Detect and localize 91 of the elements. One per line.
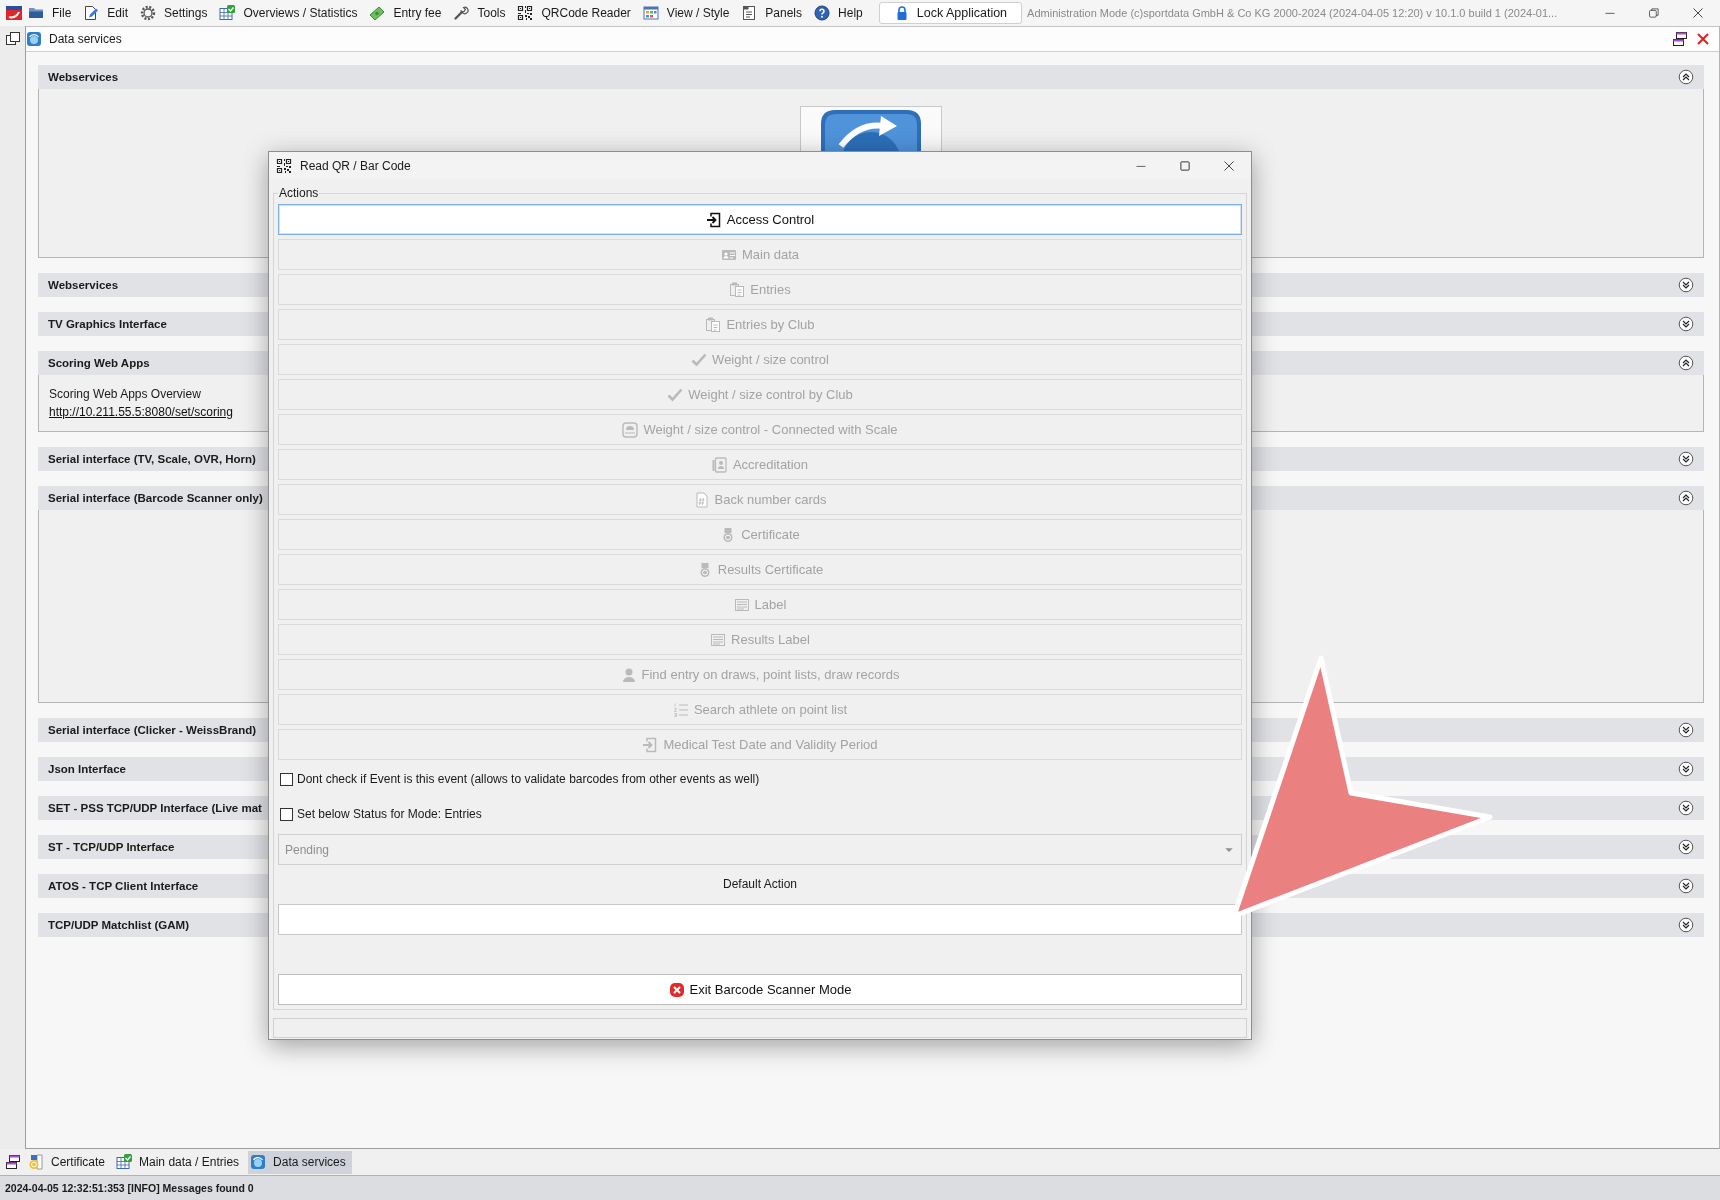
qr-code-icon: [517, 5, 534, 21]
pencil-page-icon: [83, 5, 100, 21]
scale-icon: [622, 421, 639, 438]
group-label: Actions: [278, 186, 320, 200]
default-action-label: Default Action: [722, 876, 797, 893]
menu-item[interactable]: QRCode Reader: [511, 1, 637, 25]
section-header[interactable]: Webservices: [38, 65, 1704, 89]
section-title: Json Interface: [48, 763, 126, 775]
chevron-down-icon[interactable]: [1678, 878, 1694, 894]
window-tab[interactable]: Main data / Entries: [114, 1150, 246, 1174]
status-message: 2024-04-05 12:32:51:353 [INFO] Messages found 0: [5, 1182, 254, 1194]
checkbox-label: Dont check if Event is this event (allows to validate barcodes from other events as well): [297, 772, 760, 786]
help-icon: [814, 5, 831, 21]
chevron-down-icon[interactable]: [1678, 761, 1694, 777]
chevron-down-icon[interactable]: [1678, 917, 1694, 933]
chevron-up-icon[interactable]: [1678, 355, 1694, 371]
checkbox[interactable]: [280, 807, 293, 821]
app-logo-icon: [6, 5, 22, 21]
chevron-down-icon[interactable]: [1678, 451, 1694, 467]
checkbox[interactable]: [280, 772, 293, 786]
panel-icon: [741, 5, 758, 21]
checkbox-label: Set below Status for Mode: Entries: [297, 807, 482, 821]
chevron-up-icon[interactable]: [1678, 69, 1694, 85]
wrench-icon: [453, 5, 470, 21]
section-title: Serial interface (Clicker - WeissBrand): [48, 724, 257, 736]
windows-icon[interactable]: [4, 31, 21, 47]
box-arrow-icon: [642, 736, 659, 753]
menu-item[interactable]: Panels: [735, 1, 809, 25]
tile-windows-icon[interactable]: [5, 1154, 21, 1170]
chevron-down-icon[interactable]: [1678, 839, 1694, 855]
person-icon: [620, 666, 637, 683]
table-check-icon: [116, 1154, 133, 1170]
app-title: Administration Mode (c)sportdata GmbH & Co KG 2000-2024 (2024-04-05 12:20) v 10.1.0 build 1 (2024-01...: [1027, 7, 1558, 19]
tile-windows-icon[interactable]: [1672, 31, 1688, 47]
close-icon: [1223, 159, 1235, 172]
checkmark-icon: [667, 386, 684, 403]
exit-scanner-button[interactable]: Exit Barcode Scanner Mode: [278, 974, 1242, 1005]
box-arrow-icon: [705, 211, 722, 228]
action-button[interactable]: Access Control: [278, 204, 1242, 235]
section-title: TV Graphics Interface: [48, 318, 167, 330]
menu-item[interactable]: Edit: [77, 1, 135, 25]
menu-item[interactable]: Tools: [447, 1, 512, 25]
settings-icon: [140, 5, 157, 21]
section-title: Serial interface (Barcode Scanner only): [48, 492, 263, 504]
menu-item[interactable]: Settings: [134, 1, 214, 25]
menu-item[interactable]: Help: [808, 1, 869, 25]
section-title: ST - TCP/UDP Interface: [48, 841, 175, 853]
chevron-down-icon[interactable]: [1678, 277, 1694, 293]
restore-icon: [1648, 7, 1660, 19]
globe-app-icon: [250, 1154, 267, 1170]
section-title: Scoring Web Apps: [48, 357, 150, 369]
folder-icon: [28, 5, 44, 21]
section-title: Webservices: [48, 279, 119, 291]
window-tab[interactable]: Data services: [248, 1150, 352, 1174]
overview-label: Scoring Web Apps Overview: [49, 386, 201, 403]
badge-icon: [711, 456, 728, 473]
panel-title: Data services: [49, 32, 122, 46]
close-icon[interactable]: [1695, 31, 1711, 47]
numbered-list-icon: [672, 701, 689, 718]
close-icon: [1692, 7, 1704, 19]
lined-sheet-icon: [733, 596, 750, 613]
menu-item[interactable]: Entry fee: [363, 1, 448, 25]
medal-icon: [28, 1154, 44, 1170]
chevron-down-icon[interactable]: [1678, 722, 1694, 738]
window-tab[interactable]: Certificate: [26, 1150, 112, 1174]
banknote-icon: [369, 5, 386, 21]
default-action-field[interactable]: [278, 904, 1242, 935]
checkmark-icon: [691, 351, 708, 368]
maximize-icon: [1179, 159, 1191, 172]
clipboard-icon: [705, 316, 722, 333]
qr-code-icon: [276, 157, 292, 174]
table-check-icon: [219, 5, 236, 21]
chevron-down-icon[interactable]: [1678, 800, 1694, 816]
section-title: ATOS - TCP Client Interface: [48, 880, 199, 892]
chevron-up-icon[interactable]: [1678, 490, 1694, 506]
lock-application-button[interactable]: Lock Application: [878, 2, 1023, 24]
menu-item[interactable]: Overviews / Statistics: [213, 1, 364, 25]
web-services-button[interactable]: [800, 106, 942, 152]
clipboard-icon: [729, 281, 746, 298]
menu-item[interactable]: File: [22, 1, 78, 25]
section-title: Webservices: [48, 71, 119, 83]
lined-sheet-icon: [710, 631, 727, 648]
hash-page-icon: [693, 491, 710, 508]
section-title: TCP/UDP Matchlist (GAM): [48, 919, 189, 931]
window-grid-icon: [642, 5, 659, 21]
dialog-title: Read QR / Bar Code: [300, 158, 411, 173]
chevron-down-icon[interactable]: [1678, 316, 1694, 332]
section-title: SET - PSS TCP/UDP Interface (Live mat: [48, 802, 262, 814]
scoring-link[interactable]: http://10.211.55.5:8080/set/scoring: [49, 404, 233, 421]
section-title: Serial interface (TV, Scale, OVR, Horn): [48, 453, 256, 465]
menu-item[interactable]: View / Style: [636, 1, 736, 25]
